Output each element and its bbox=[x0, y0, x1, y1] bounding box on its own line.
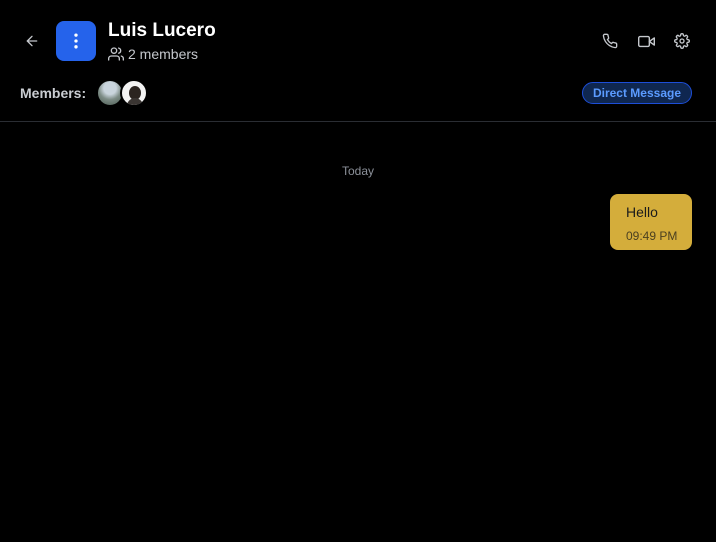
users-icon bbox=[108, 47, 124, 61]
arrow-left-icon bbox=[26, 35, 38, 47]
voice-call-button[interactable] bbox=[600, 31, 620, 51]
members-row: Members: bbox=[20, 79, 149, 107]
member-avatar[interactable] bbox=[120, 79, 149, 107]
back-button[interactable] bbox=[22, 31, 42, 51]
gear-icon bbox=[674, 33, 690, 49]
direct-message-badge: Direct Message bbox=[581, 82, 692, 104]
message-bubble-outgoing[interactable]: Hello 09:49 PM bbox=[610, 194, 692, 250]
chat-menu-button[interactable] bbox=[56, 21, 96, 61]
members-label: Members: bbox=[20, 85, 87, 101]
video-call-button[interactable] bbox=[636, 31, 656, 51]
member-count: 2 members bbox=[108, 46, 198, 62]
video-icon bbox=[637, 35, 655, 47]
member-count-label: 2 members bbox=[128, 46, 199, 62]
more-vertical-icon bbox=[74, 33, 78, 49]
phone-icon bbox=[602, 33, 618, 49]
message-time: 09:49 PM bbox=[626, 229, 678, 243]
header-actions bbox=[600, 31, 692, 51]
chat-window: Luis Lucero 2 members Members: Direct Me… bbox=[0, 0, 716, 542]
message-text: Hello bbox=[626, 204, 658, 220]
settings-button[interactable] bbox=[672, 31, 692, 51]
avatar-body bbox=[127, 98, 144, 105]
day-divider: Today bbox=[341, 164, 375, 178]
chat-title: Luis Lucero bbox=[108, 20, 216, 41]
chat-header: Luis Lucero 2 members Members: Direct Me… bbox=[0, 0, 716, 122]
